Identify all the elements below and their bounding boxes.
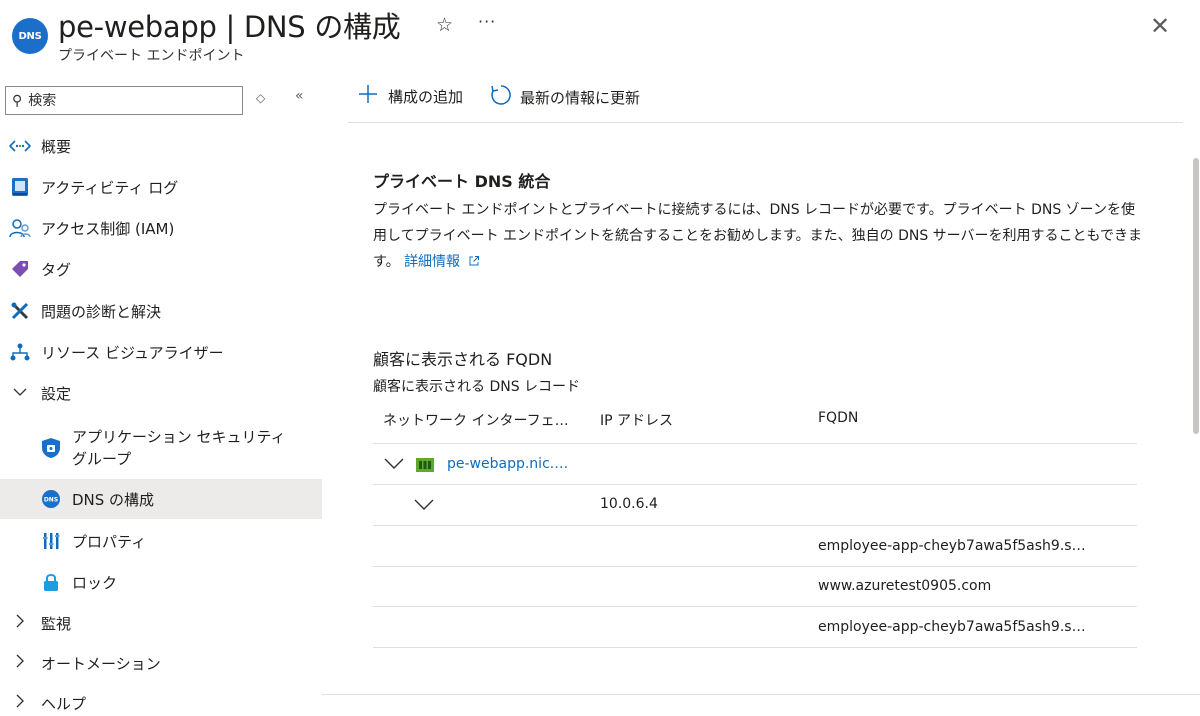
svg-text:DNS: DNS [44,497,58,504]
sidebar-item-label: アプリケーション セキュリティ グループ [72,426,286,470]
asg-icon [40,437,62,459]
learn-more-label: 詳細情報 [404,254,461,270]
sidebar-group-monitoring[interactable]: 監視 [0,604,322,642]
table-row-divider [373,647,1137,648]
description-text: プライベート エンドポイントとプライベートに接続するには、DNS レコードが必要… [373,202,1142,270]
diagnose-icon [9,300,31,322]
sidebar-item-asg[interactable]: アプリケーション セキュリティ グループ [0,420,322,476]
sidebar-item-label: 設定 [41,384,72,403]
table-row-divider [373,484,1137,485]
sidebar-item-label: タグ [41,260,72,279]
asg-label-line2: グループ [72,450,132,468]
lock-icon [40,571,62,593]
table-header-divider [373,443,1137,444]
search-input[interactable] [28,92,219,109]
chevron-right-icon [9,654,31,672]
network-interface-icon [416,456,434,474]
sidebar-item-diagnose[interactable]: 問題の診断と解決 [0,292,322,330]
add-configuration-button[interactable]: 構成の追加 [358,84,463,108]
column-header-fqdn[interactable]: FQDN [818,410,858,426]
vertical-scrollbar[interactable] [1193,158,1199,434]
sidebar-item-locks[interactable]: ロック [0,562,322,602]
sidebar-search[interactable]: ⚲ [5,86,243,115]
chevron-down-icon[interactable] [384,455,404,474]
sidebar-item-activity-log[interactable]: アクティビティ ログ [0,168,322,206]
sidebar-group-settings[interactable]: 設定 [0,374,322,412]
search-icon: ⚲ [12,92,23,109]
command-bar-divider [348,122,1183,123]
nic-link[interactable]: pe-webapp.nic.… [447,456,568,472]
sidebar-item-properties[interactable]: プロパティ [0,521,322,561]
asg-label-line1: アプリケーション セキュリティ [72,428,286,446]
external-link-icon [469,256,479,266]
sidebar-group-help[interactable]: ヘルプ [0,684,322,716]
refresh-button[interactable]: 最新の情報に更新 [490,84,640,111]
dns-records-label: 顧客に表示される DNS レコード [373,379,581,395]
table-row-divider [373,525,1137,526]
dns-integration-description: プライベート エンドポイントとプライベートに接続するには、DNS レコードが必要… [373,197,1143,275]
page-title: pe-webapp | DNS の構成 [58,10,401,44]
sidebar-item-label: 問題の診断と解決 [41,302,162,321]
sidebar-item-label: DNS の構成 [72,490,155,509]
refresh-icon [490,84,512,111]
fqdn-section-title: 顧客に表示される FQDN [373,350,553,369]
table-row-divider [373,566,1137,567]
chevron-down-icon[interactable] [414,496,434,515]
plus-icon [358,84,378,108]
chevron-right-icon [9,694,31,712]
sidebar-item-label: アクセス制御 (IAM) [41,219,175,238]
more-options-icon[interactable]: ··· [478,12,496,31]
resource-visualizer-icon [9,341,31,363]
fqdn-cell: employee-app-cheyb7awa5f5ash9.s… [818,619,1086,635]
sidebar-item-label: オートメーション [41,654,161,673]
tag-icon [9,258,31,280]
table-row-divider [373,606,1137,607]
dns-icon: DNS [40,488,62,510]
sidebar-item-label: ヘルプ [41,694,87,713]
sort-toggle-icon[interactable]: ◇ [256,91,265,105]
chevron-right-icon [9,614,31,632]
properties-icon [40,530,62,552]
sidebar-group-automation[interactable]: オートメーション [0,644,322,682]
close-icon[interactable]: ✕ [1150,12,1170,40]
refresh-label: 最新の情報に更新 [520,89,641,107]
sidebar-item-label: ロック [72,573,118,592]
chevron-down-icon [9,385,31,401]
collapse-sidebar-icon[interactable]: « [295,88,304,104]
page-subtitle: プライベート エンドポイント [58,48,245,64]
ip-address-cell: 10.0.6.4 [600,496,658,512]
fqdn-cell: employee-app-cheyb7awa5f5ash9.s… [818,538,1086,554]
sidebar-item-label: リソース ビジュアライザー [41,343,224,362]
sidebar-item-label: 概要 [41,137,72,156]
dns-zone-icon: DNS [12,18,48,54]
activity-log-icon [9,176,31,198]
overview-icon [9,135,31,157]
sidebar-item-overview[interactable]: 概要 [0,127,322,165]
add-configuration-label: 構成の追加 [388,87,464,106]
fqdn-cell: www.azuretest0905.com [818,578,992,594]
column-header-ip-address[interactable]: IP アドレス [600,410,673,430]
learn-more-link[interactable]: 詳細情報 [404,254,479,270]
sidebar-item-label: 監視 [41,614,72,633]
dns-integration-title: プライベート DNS 統合 [373,172,551,191]
favorite-star-icon[interactable]: ☆ [436,14,453,36]
sidebar-item-label: アクティビティ ログ [41,178,179,197]
column-header-network-interface[interactable]: ネットワーク インターフェ… [383,410,569,430]
sidebar-item-tags[interactable]: タグ [0,250,322,288]
sidebar-item-dns-configuration[interactable]: DNS DNS の構成 [0,479,322,519]
content-bottom-divider [322,694,1200,695]
sidebar-item-resource-visualizer[interactable]: リソース ビジュアライザー [0,333,322,371]
sidebar-item-iam[interactable]: アクセス制御 (IAM) [0,209,322,247]
iam-icon [9,217,31,239]
sidebar-item-label: プロパティ [72,532,147,551]
